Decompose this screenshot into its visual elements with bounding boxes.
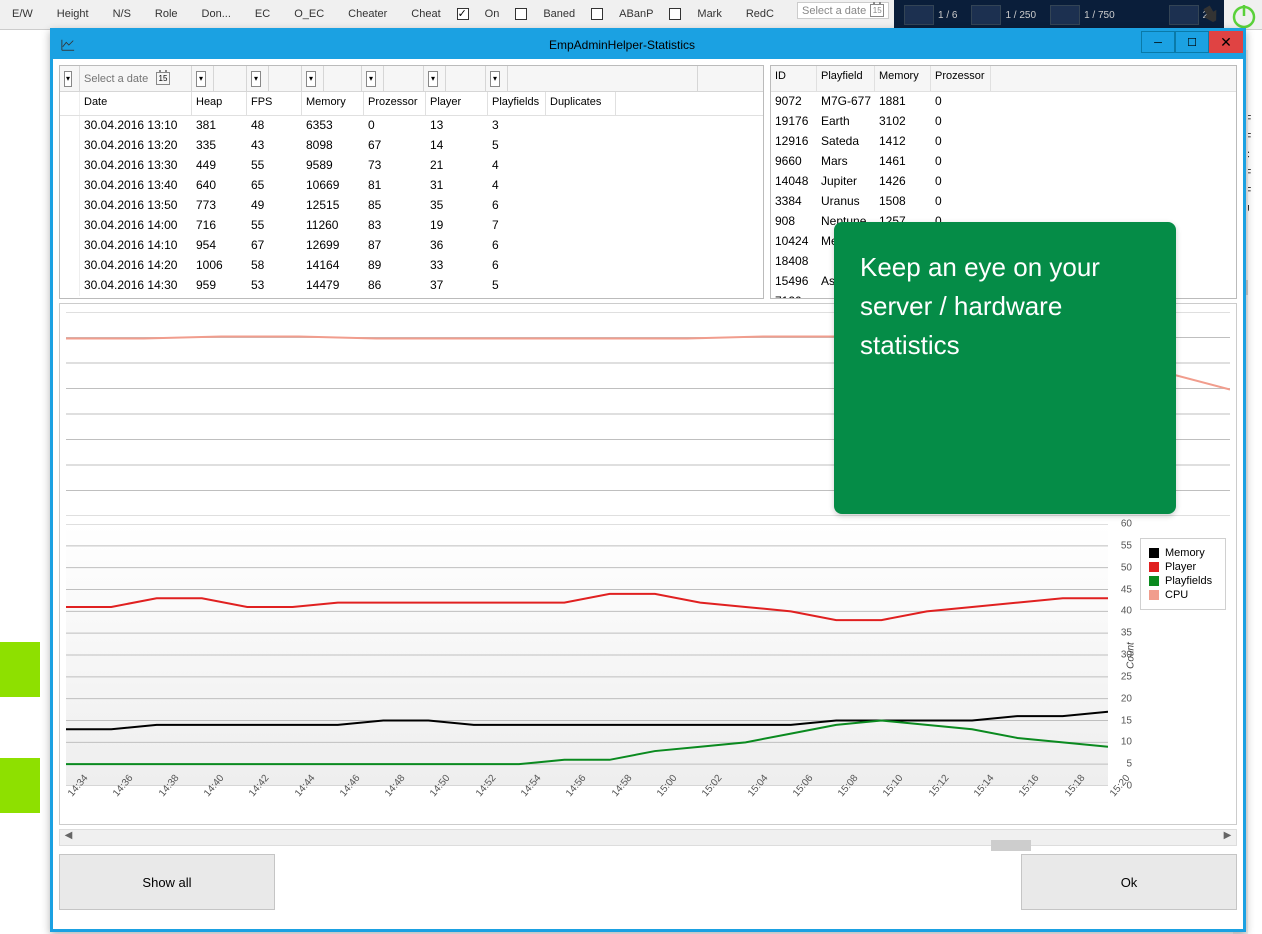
col-player[interactable]: Player — [426, 92, 488, 115]
col-date[interactable]: Date — [80, 92, 192, 115]
checkbox-mark[interactable] — [669, 8, 681, 20]
tooltip-text: Keep an eye on your server / hardware st… — [860, 252, 1100, 360]
table-row[interactable]: 30.04.2016 13:30 449 55 9589 73 21 4 — [60, 156, 763, 176]
titlebar[interactable]: EmpAdminHelper-Statistics ─ ☐ ✕ — [53, 31, 1243, 59]
table-row[interactable]: 30.04.2016 14:10 954 67 12699 87 36 6 — [60, 236, 763, 256]
legend-swatch-icon — [1149, 576, 1159, 586]
bg-green-strip — [0, 758, 40, 813]
dropdown-icon[interactable]: ▾ — [366, 71, 376, 87]
dropdown-icon[interactable]: ▾ — [251, 71, 261, 87]
stats-table-body[interactable]: 30.04.2016 13:10 381 48 6353 0 13 3 30.0… — [60, 116, 763, 298]
table-row[interactable]: 12916 Sateda 1412 0 — [771, 132, 1236, 152]
calendar-icon[interactable]: 15 — [156, 72, 170, 85]
col-heap[interactable]: Heap — [192, 92, 247, 115]
close-button[interactable]: ✕ — [1209, 31, 1243, 53]
dropdown-icon[interactable]: ▾ — [196, 71, 206, 87]
table-row[interactable]: 30.04.2016 14:00 716 55 11260 83 19 7 — [60, 216, 763, 236]
table-row[interactable]: 30.04.2016 14:20 1006 58 14164 89 33 6 — [60, 256, 763, 276]
col-id[interactable]: ID — [771, 66, 817, 91]
stats-column-headers: Date Heap FPS Memory Prozessor Player Pl… — [60, 92, 763, 116]
legend-swatch-icon — [1149, 590, 1159, 600]
scroll-right-icon[interactable]: ▶ — [1219, 830, 1236, 845]
dropdown-icon[interactable]: ▾ — [306, 71, 316, 87]
bg-date-picker[interactable]: Select a date15 — [797, 2, 889, 19]
table-row[interactable]: 30.04.2016 13:20 335 43 8098 67 14 5 — [60, 136, 763, 156]
table-row[interactable]: 30.04.2016 14:30 959 53 14479 86 37 5 — [60, 276, 763, 296]
stats-table-filter-row: ▾ 15 ▾ ▾ ▾ ▾ ▾ ▾ — [60, 66, 763, 92]
chart-legend: Memory Player Playfields CPU — [1140, 538, 1226, 610]
col-prozessor[interactable]: Prozessor — [931, 66, 991, 91]
legend-item: Playfields — [1149, 575, 1217, 587]
chart-icon — [61, 38, 75, 52]
dropdown-icon[interactable]: ▾ — [490, 71, 500, 87]
table-row[interactable]: 14048 Jupiter 1426 0 — [771, 172, 1236, 192]
plug-icon — [1202, 6, 1222, 26]
table-row[interactable]: 19176 Earth 3102 0 — [771, 112, 1236, 132]
stats-table: ▾ 15 ▾ ▾ ▾ ▾ ▾ ▾ — [59, 65, 764, 299]
window-title: EmpAdminHelper-Statistics — [81, 38, 1243, 52]
col-memory[interactable]: Memory — [302, 92, 364, 115]
col-duplicates[interactable]: Duplicates — [546, 92, 616, 115]
maximize-button[interactable]: ☐ — [1175, 31, 1209, 53]
table-row[interactable]: 30.04.2016 13:40 640 65 10669 81 31 4 — [60, 176, 763, 196]
legend-item: Memory — [1149, 547, 1217, 559]
table-row[interactable]: 30.04.2016 13:50 773 49 12515 85 35 6 — [60, 196, 763, 216]
playfield-column-headers: ID Playfield Memory Prozessor — [771, 66, 1236, 92]
checkbox-baned[interactable] — [515, 8, 527, 20]
scroll-left-icon[interactable]: ◀ — [60, 830, 77, 845]
legend-item: CPU — [1149, 589, 1217, 601]
table-row[interactable]: 30.04.2016 13:10 381 48 6353 0 13 3 — [60, 116, 763, 136]
table-row[interactable]: 9660 Mars 1461 0 — [771, 152, 1236, 172]
legend-item: Player — [1149, 561, 1217, 573]
show-all-button[interactable]: Show all — [59, 854, 275, 910]
bg-green-strip — [0, 642, 40, 697]
table-row[interactable]: 3384 Uranus 1508 0 — [771, 192, 1236, 212]
col-playfield[interactable]: Playfield — [817, 66, 875, 91]
chart-horizontal-scrollbar[interactable]: ◀ ▶ — [59, 829, 1237, 846]
ok-button[interactable]: Ok — [1021, 854, 1237, 910]
checkbox-on[interactable] — [457, 8, 469, 20]
legend-swatch-icon — [1149, 548, 1159, 558]
col-fps[interactable]: FPS — [247, 92, 302, 115]
checkbox-abanp[interactable] — [591, 8, 603, 20]
col-prozessor[interactable]: Prozessor — [364, 92, 426, 115]
date-picker-input[interactable] — [84, 73, 152, 85]
col-memory[interactable]: Memory — [875, 66, 931, 91]
dropdown-icon[interactable]: ▾ — [428, 71, 438, 87]
table-row[interactable]: 9072 M7G-677 1881 0 — [771, 92, 1236, 112]
bg-inventory-panel: 1 / 6 1 / 250 1 / 750 2 — [894, 0, 1224, 30]
minimize-button[interactable]: ─ — [1141, 31, 1175, 53]
legend-swatch-icon — [1149, 562, 1159, 572]
help-tooltip: Keep an eye on your server / hardware st… — [834, 222, 1176, 514]
calendar-icon: 15 — [870, 4, 884, 17]
power-icon[interactable] — [1230, 2, 1258, 30]
col-playfields[interactable]: Playfields — [488, 92, 546, 115]
dropdown-icon[interactable]: ▾ — [64, 71, 72, 87]
